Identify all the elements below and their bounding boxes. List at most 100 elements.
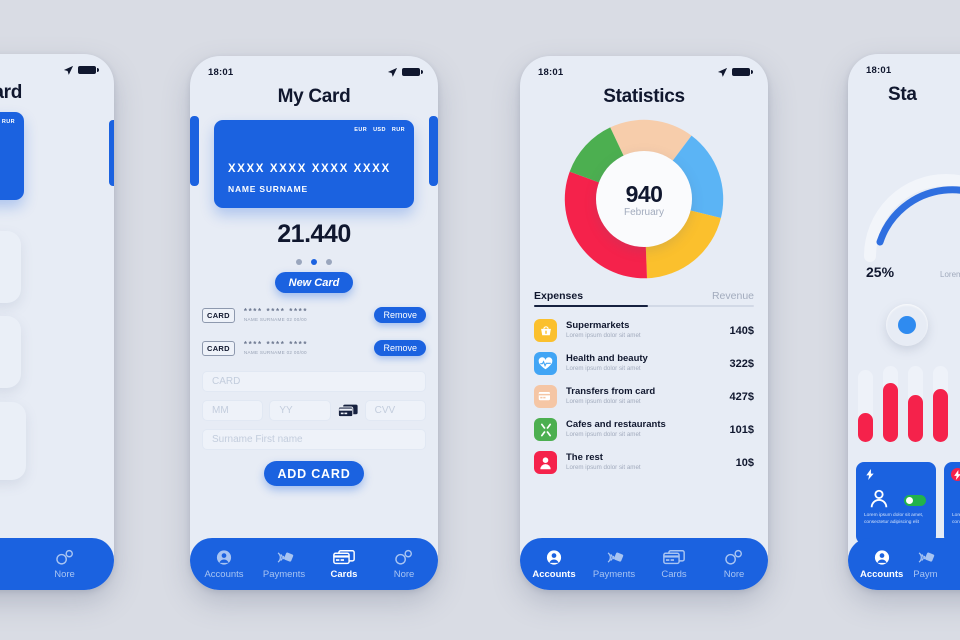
saved-card-mask: **** **** **** [243,306,309,316]
nav-item-payments[interactable]: Payments [254,549,314,580]
expense-title: Health and beauty [566,353,648,364]
page-title: Statistics [603,86,685,107]
card-number: XXXX XXXX XXXX XXXX [228,163,391,175]
donut-center: 940 February [596,151,692,247]
cardholder-name-input[interactable]: Surname First name [202,429,426,450]
bank-card[interactable]: EUR USD RUR XXXX XXXX XXXX XXXX NAME SUR… [214,120,414,208]
nav-item-payments[interactable]: Payments [584,549,644,580]
toggle-switch[interactable] [904,495,926,506]
bottom-nav: Accounts Paym [848,538,960,590]
phone-screen-my-card: 18:01 My Card EUR USD RUR XXXX XXXX XXXX… [190,56,438,590]
gauge-lorem: Lorem [940,270,960,279]
battery-icon [732,68,753,76]
widget-trade[interactable]: y – Sell – – [0,402,26,480]
balance-amount: 21.440 [277,220,351,248]
expense-amount: 427$ [729,390,754,403]
saved-card-row[interactable]: CARD **** **** **** NAME SURNAME 02 00/0… [190,336,438,360]
nav-item-cards[interactable]: Cards [644,549,704,580]
nav-item-nore[interactable]: Nore [704,549,764,580]
list-item-texts: Transfers from card Lorem ipsum dolor si… [566,386,721,406]
page-title: Sta [888,84,917,105]
battery-icon [402,68,423,76]
nav-item-accounts[interactable]: Accounts [194,549,254,580]
status-bar: 18:01 [848,54,960,80]
status-bar: 18:01 [0,54,114,80]
bar-chart [858,366,948,442]
tab-expenses[interactable]: Expenses [534,290,583,302]
contactless-icon [277,551,294,563]
nav-label: Paym [913,568,938,580]
account-icon [216,549,232,565]
new-card-button[interactable]: New Card [275,272,353,293]
promo-text: Lorem ipsum dolor sit amet, consectetur [952,512,960,525]
bar-track [933,366,948,442]
expense-sub: Lorem ipsum dolor sit amet [566,430,641,438]
nav-item-accounts[interactable]: Accounts [524,549,584,580]
promo-text: Lorem ipsum dolor sit amet, consectetur … [864,512,924,525]
bar-track [908,366,923,442]
list-item-texts: Cafes and restaurants Lorem ipsum dolor … [566,419,721,439]
nav-label: Cards [330,568,358,580]
donut-chart[interactable]: 940 February [559,114,729,284]
nav-item-payments[interactable]: Paym [913,549,938,580]
nav-label: Accounts [204,568,244,580]
bar-fill [933,388,948,442]
nav-item-cards[interactable]: Cards [314,549,374,580]
bottom-nav: Accounts Payments Cards Nore [520,538,768,590]
carousel-dots[interactable] [190,259,438,265]
side-button-right[interactable] [429,116,438,186]
expiry-year-input[interactable]: YY [269,400,331,421]
card-number-input[interactable]: CARD [202,371,426,392]
list-item[interactable]: Transfers from card Lorem ipsum dolor si… [534,380,754,413]
contactless-icon [919,551,935,563]
widget-deposit[interactable]: Deposit $ [0,231,21,303]
cvv-input[interactable]: CVV [364,400,426,421]
nav-item-accounts[interactable]: Accounts [860,549,903,580]
bank-card-left[interactable]: EUR USD RUR X XXXX [0,112,24,200]
saved-card-mask: **** **** **** [243,339,309,349]
tab-indicator-fill [534,305,649,307]
status-time: 18:01 [538,66,564,78]
remove-card-button[interactable]: Remove [374,340,426,356]
carousel-dot[interactable] [326,259,332,265]
carousel-dot-active[interactable] [311,259,317,265]
remove-card-button[interactable]: Remove [374,307,426,323]
nav-item-cards[interactable]: Cards [0,549,21,580]
bottom-nav: Cards Nore [0,538,114,590]
currency-row: EUR USD RUR [354,127,405,133]
donut-month: February [623,206,664,218]
expense-amount: 101$ [729,423,754,436]
location-arrow-icon [717,67,728,77]
bolt-icon [951,468,960,481]
promo-card[interactable]: Lorem ipsum dolor sit amet, consectetur … [856,462,936,544]
carousel-dot[interactable] [296,259,302,265]
nav-label: Nore [393,568,415,580]
list-item[interactable]: Health and beauty Lorem ipsum dolor sit … [534,347,754,380]
cutlery-icon [534,418,557,441]
tab-revenue[interactable]: Revenue [712,290,754,302]
expenses-revenue-tabs: Expenses Revenue [520,290,768,302]
list-item[interactable]: Supermarkets Lorem ipsum dolor sit amet … [534,314,754,347]
expiry-month-input[interactable]: MM [202,400,264,421]
add-card-button[interactable]: ADD CARD [264,461,364,486]
account-icon [874,549,889,565]
donut-value: 940 [625,180,663,207]
currency-rur: RUR [1,119,15,125]
list-item[interactable]: The rest Lorem ipsum dolor sit amet 10$ [534,446,754,479]
person-icon [534,451,557,474]
cards-icon [663,549,685,564]
nav-item-nore[interactable]: Nore [374,549,434,580]
currency-row: EUR USD RUR [0,119,15,125]
slider-knob[interactable] [886,304,928,346]
saved-card-row[interactable]: CARD **** **** **** NAME SURNAME 02 00/0… [190,303,438,327]
side-button-left[interactable] [190,116,199,186]
promo-card[interactable]: Lorem ipsum dolor sit amet, consectetur [944,462,960,544]
nav-item-nore[interactable]: Nore [25,549,104,580]
phone-screen-statistics: 18:01 Statistics 940 February Expenses R… [520,56,768,590]
nav-label: Nore [723,568,745,580]
side-button-right[interactable] [109,120,114,186]
nav-label: Payments [262,568,306,580]
list-item[interactable]: Cafes and restaurants Lorem ipsum dolor … [534,413,754,446]
person-icon [870,489,888,508]
widget-history[interactable]: History [0,316,21,388]
